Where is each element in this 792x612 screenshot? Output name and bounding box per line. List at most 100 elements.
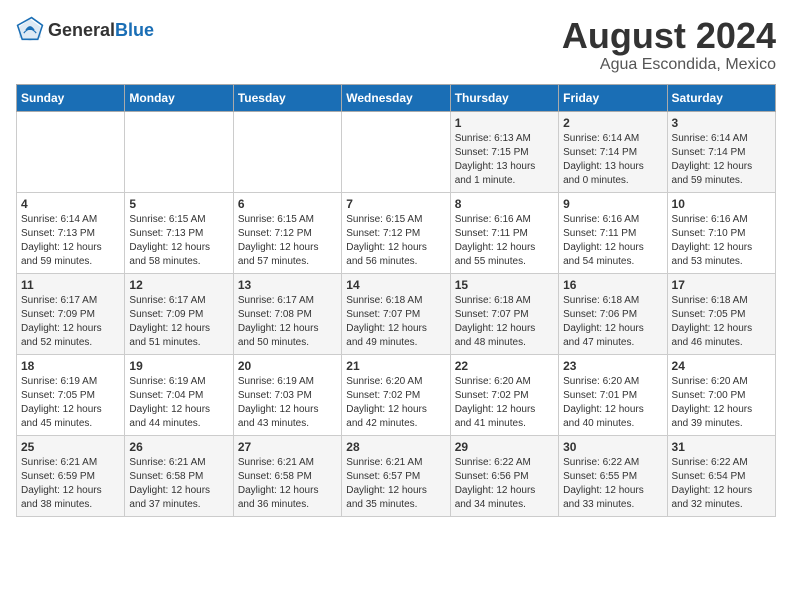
header-cell-monday: Monday xyxy=(125,84,233,111)
logo-icon xyxy=(16,16,44,44)
day-info-line: and 1 minute. xyxy=(455,175,516,186)
day-info-line: Sunrise: 6:14 AM xyxy=(672,133,748,144)
day-info: Sunrise: 6:18 AMSunset: 7:07 PMDaylight:… xyxy=(346,294,445,350)
day-info-line: Daylight: 12 hours xyxy=(238,242,319,253)
day-info-line: and 59 minutes. xyxy=(672,175,743,186)
day-info: Sunrise: 6:21 AMSunset: 6:58 PMDaylight:… xyxy=(129,456,228,512)
day-info-line: Sunrise: 6:18 AM xyxy=(455,295,531,306)
calendar-title: August 2024 xyxy=(562,16,776,56)
calendar-cell: 11 Sunrise: 6:17 AMSunset: 7:09 PMDayligh… xyxy=(17,273,125,354)
day-number: 3 xyxy=(672,116,771,130)
day-info-line: Daylight: 12 hours xyxy=(21,323,102,334)
day-info: Sunrise: 6:21 AMSunset: 6:57 PMDaylight:… xyxy=(346,456,445,512)
day-info: Sunrise: 6:15 AMSunset: 7:12 PMDaylight:… xyxy=(238,213,337,269)
logo-text-general: General xyxy=(48,20,115,41)
day-info-line: Sunset: 7:02 PM xyxy=(455,390,529,401)
day-info-line: and 56 minutes. xyxy=(346,256,417,267)
header-cell-friday: Friday xyxy=(559,84,667,111)
day-number: 22 xyxy=(455,359,554,373)
day-info: Sunrise: 6:15 AMSunset: 7:13 PMDaylight:… xyxy=(129,213,228,269)
day-number: 31 xyxy=(672,440,771,454)
day-info-line: Sunrise: 6:17 AM xyxy=(238,295,314,306)
day-info: Sunrise: 6:16 AMSunset: 7:10 PMDaylight:… xyxy=(672,213,771,269)
day-info-line: Sunrise: 6:22 AM xyxy=(672,457,748,468)
day-info: Sunrise: 6:19 AMSunset: 7:05 PMDaylight:… xyxy=(21,375,120,431)
calendar-cell: 24Sunrise: 6:20 AMSunset: 7:00 PMDayligh… xyxy=(667,354,775,435)
day-number: 21 xyxy=(346,359,445,373)
day-info-line: and 34 minutes. xyxy=(455,499,526,510)
day-info-line: Sunrise: 6:21 AM xyxy=(238,457,314,468)
day-info-line: Sunrise: 6:21 AM xyxy=(346,457,422,468)
day-number: 2 xyxy=(563,116,662,130)
day-number: 27 xyxy=(238,440,337,454)
day-info-line: and 39 minutes. xyxy=(672,418,743,429)
logo-text-blue: Blue xyxy=(115,20,154,41)
calendar-cell: 10Sunrise: 6:16 AMSunset: 7:10 PMDayligh… xyxy=(667,192,775,273)
day-info-line: and 49 minutes. xyxy=(346,337,417,348)
day-info: Sunrise: 6:14 AMSunset: 7:14 PMDaylight:… xyxy=(672,132,771,188)
day-info: Sunrise: 6:16 AMSunset: 7:11 PMDaylight:… xyxy=(563,213,662,269)
day-info-line: Sunset: 6:55 PM xyxy=(563,471,637,482)
calendar-cell: 21 Sunrise: 6:20 AMSunset: 7:02 PMDayligh… xyxy=(342,354,450,435)
calendar-cell: 31Sunrise: 6:22 AMSunset: 6:54 PMDayligh… xyxy=(667,435,775,516)
day-info: Sunrise: 6:18 AMSunset: 7:07 PMDaylight:… xyxy=(455,294,554,350)
day-info-line: Sunset: 7:00 PM xyxy=(672,390,746,401)
calendar-cell: 18Sunrise: 6:19 AMSunset: 7:05 PMDayligh… xyxy=(17,354,125,435)
day-info: Sunrise: 6:17 AMSunset: 7:09 PMDaylight:… xyxy=(21,294,120,350)
day-info-line: and 38 minutes. xyxy=(21,499,92,510)
day-info-line: Daylight: 12 hours xyxy=(563,485,644,496)
calendar-cell: 23Sunrise: 6:20 AMSunset: 7:01 PMDayligh… xyxy=(559,354,667,435)
day-info-line: Daylight: 12 hours xyxy=(563,242,644,253)
day-info-line: and 50 minutes. xyxy=(238,337,309,348)
day-info-line: Sunset: 6:59 PM xyxy=(21,471,95,482)
day-info: Sunrise: 6:17 AMSunset: 7:09 PMDaylight:… xyxy=(129,294,228,350)
day-info-line: Daylight: 13 hours xyxy=(455,161,536,172)
day-info-line: Sunset: 7:13 PM xyxy=(129,228,203,239)
day-info-line: Sunset: 7:08 PM xyxy=(238,309,312,320)
day-number: 11 xyxy=(21,278,120,292)
day-info-line: Sunrise: 6:22 AM xyxy=(563,457,639,468)
day-number: 29 xyxy=(455,440,554,454)
day-info-line: Sunset: 7:12 PM xyxy=(346,228,420,239)
day-info-line: and 35 minutes. xyxy=(346,499,417,510)
day-info: Sunrise: 6:18 AMSunset: 7:05 PMDaylight:… xyxy=(672,294,771,350)
calendar-cell: 30Sunrise: 6:22 AMSunset: 6:55 PMDayligh… xyxy=(559,435,667,516)
calendar-cell: 12Sunrise: 6:17 AMSunset: 7:09 PMDayligh… xyxy=(125,273,233,354)
day-info: Sunrise: 6:18 AMSunset: 7:06 PMDaylight:… xyxy=(563,294,662,350)
day-info-line: Daylight: 12 hours xyxy=(455,242,536,253)
day-info-line: Sunset: 7:09 PM xyxy=(129,309,203,320)
day-info-line: Sunrise: 6:13 AM xyxy=(455,133,531,144)
day-info-line: and 51 minutes. xyxy=(129,337,200,348)
day-info-line: Sunset: 7:04 PM xyxy=(129,390,203,401)
day-info-line: Daylight: 12 hours xyxy=(238,323,319,334)
day-info-line: Sunset: 7:14 PM xyxy=(563,147,637,158)
day-info: Sunrise: 6:20 AMSunset: 7:02 PMDaylight:… xyxy=(346,375,445,431)
header-row: SundayMondayTuesdayWednesdayThursdayFrid… xyxy=(17,84,776,111)
day-info-line: Sunset: 7:11 PM xyxy=(455,228,528,239)
day-info-line: and 59 minutes. xyxy=(21,256,92,267)
day-number: 16 xyxy=(563,278,662,292)
day-info-line: and 54 minutes. xyxy=(563,256,634,267)
day-info-line: Sunset: 7:07 PM xyxy=(455,309,529,320)
day-number: 19 xyxy=(129,359,228,373)
logo: General Blue xyxy=(16,16,154,44)
calendar-cell xyxy=(233,111,341,192)
day-info: Sunrise: 6:16 AMSunset: 7:11 PMDaylight:… xyxy=(455,213,554,269)
day-info-line: Sunrise: 6:20 AM xyxy=(563,376,639,387)
day-info: Sunrise: 6:22 AM Sunset: 6:55 PM Daylight:… xyxy=(563,456,662,512)
day-info-line: and 48 minutes. xyxy=(455,337,526,348)
day-info-line: Daylight: 12 hours xyxy=(129,404,210,415)
day-info-line: Sunrise: 6:21 AM xyxy=(21,457,97,468)
day-info-line: Sunrise: 6:17 AM xyxy=(129,295,205,306)
day-info-line: Daylight: 12 hours xyxy=(672,404,753,415)
day-info-line: Sunrise: 6:16 AM xyxy=(672,214,748,225)
calendar-body: 1Sunrise: 6:13 AMSunset: 7:15 PMDaylight… xyxy=(17,111,776,516)
day-info-line: Sunset: 6:58 PM xyxy=(238,471,312,482)
day-info: Sunrise: 6:21 AMSunset: 6:58 PMDaylight:… xyxy=(238,456,337,512)
week-row-3: 11Sunrise: 6:17 AMSunset: 7:09 PMDayligh… xyxy=(17,273,776,354)
day-info-line: Sunrise: 6:17 AM xyxy=(21,295,97,306)
calendar-table: SundayMondayTuesdayWednesdayThursdayFrid… xyxy=(16,84,776,517)
day-info-line: and 37 minutes. xyxy=(129,499,200,510)
day-info-line: Sunset: 6:58 PM xyxy=(129,471,203,482)
page-header: General Blue August 2024 Agua Escondida,… xyxy=(16,16,776,74)
